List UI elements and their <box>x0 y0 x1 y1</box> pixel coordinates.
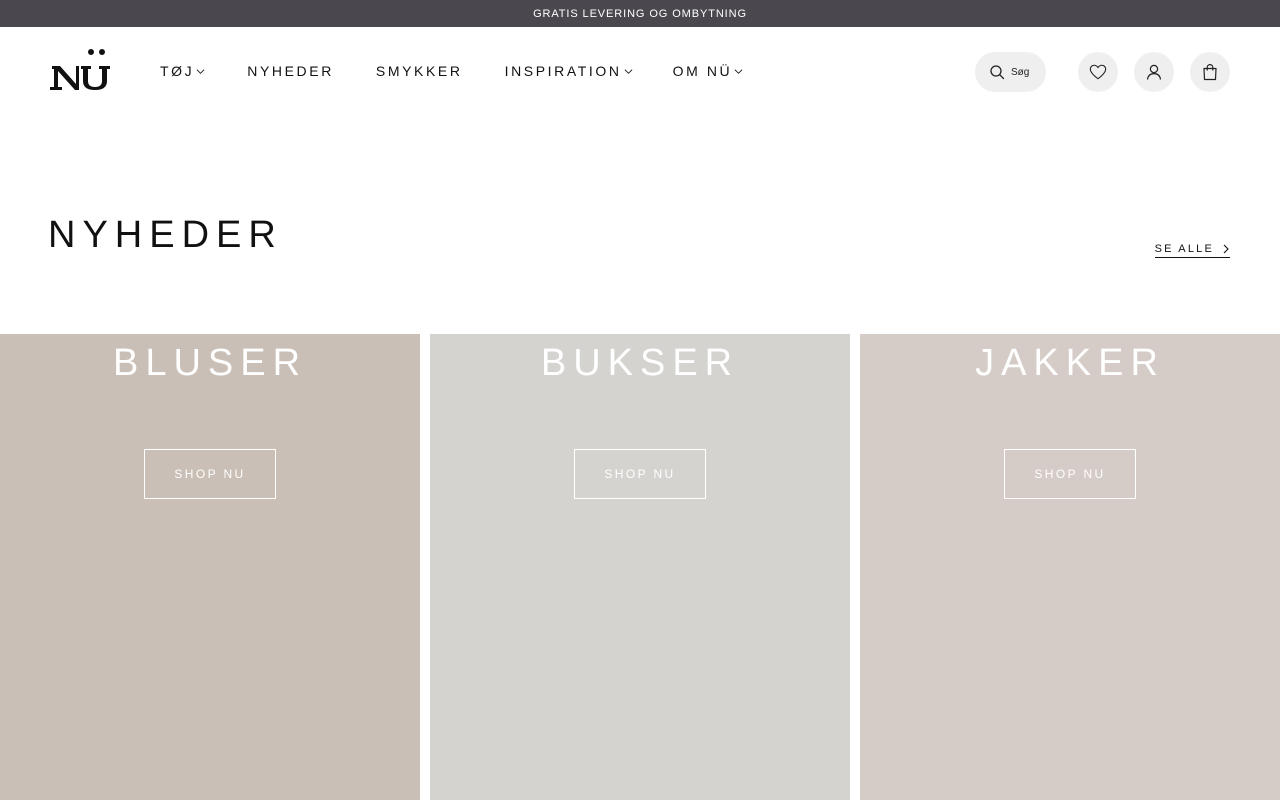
see-all-label: SE ALLE <box>1154 243 1214 255</box>
site-header: TØJ NYHEDER SMYKKER INSPIRATION OM NÜ Sø… <box>0 27 1280 117</box>
shop-now-button[interactable]: SHOP NU <box>1004 449 1136 499</box>
search-icon <box>990 65 1005 80</box>
bag-icon <box>1203 63 1217 81</box>
category-tile-jakker[interactable]: JAKKER SHOP NU <box>860 334 1280 800</box>
cart-button[interactable] <box>1190 52 1230 92</box>
category-tiles: BLUSER SHOP NU BUKSER SHOP NU JAKKER SHO… <box>0 334 1280 800</box>
chevron-down-icon <box>196 69 205 74</box>
search-button[interactable]: Søg <box>975 52 1046 92</box>
see-all-link[interactable]: SE ALLE <box>1154 243 1230 258</box>
category-tile-bukser[interactable]: BUKSER SHOP NU <box>430 334 850 800</box>
nav-item-toj[interactable]: TØJ <box>160 61 205 81</box>
nav-item-label: INSPIRATION <box>504 63 622 79</box>
category-title: BLUSER <box>112 342 308 384</box>
account-button[interactable] <box>1134 52 1174 92</box>
category-tile-bluser[interactable]: BLUSER SHOP NU <box>0 334 420 800</box>
search-label: Søg <box>1011 66 1030 78</box>
nav-item-smykker[interactable]: SMYKKER <box>376 61 463 81</box>
nav-item-inspiration[interactable]: INSPIRATION <box>505 61 633 81</box>
category-title: JAKKER <box>975 342 1165 384</box>
chevron-down-icon <box>624 69 633 74</box>
chevron-right-icon <box>1223 244 1229 254</box>
main-nav: TØJ NYHEDER SMYKKER INSPIRATION OM NÜ <box>160 61 743 81</box>
chevron-down-icon <box>734 69 743 74</box>
announcement-bar: GRATIS LEVERING OG OMBYTNING <box>0 0 1280 27</box>
nav-item-label: NYHEDER <box>247 63 334 79</box>
user-icon <box>1146 64 1162 80</box>
nav-item-label: TØJ <box>160 63 195 79</box>
nav-item-label: OM NÜ <box>672 63 733 79</box>
header-actions: Søg <box>975 52 1230 92</box>
announcement-text: GRATIS LEVERING OG OMBYTNING <box>533 7 747 20</box>
shop-now-button[interactable]: SHOP NU <box>574 449 706 499</box>
category-title: BUKSER <box>540 342 740 384</box>
heart-icon <box>1089 64 1107 80</box>
section-title: NYHEDER <box>48 214 283 256</box>
nav-item-om-nu[interactable]: OM NÜ <box>673 61 744 81</box>
nav-item-label: SMYKKER <box>375 63 463 79</box>
shop-now-button[interactable]: SHOP NU <box>144 449 276 499</box>
wishlist-button[interactable] <box>1078 52 1118 92</box>
nav-item-nyheder[interactable]: NYHEDER <box>247 61 334 81</box>
logo[interactable] <box>50 46 112 90</box>
